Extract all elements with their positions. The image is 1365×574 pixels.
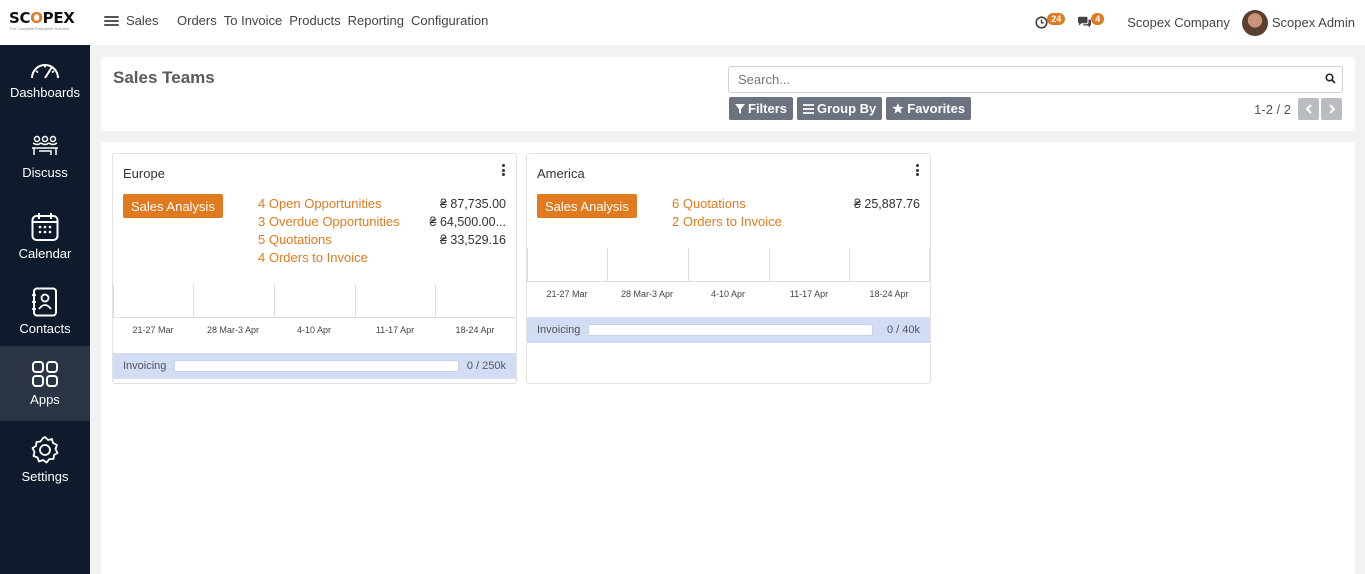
favorites-button[interactable]: Favorites bbox=[886, 97, 972, 120]
grid-icon bbox=[32, 361, 58, 387]
kanban-card-europe[interactable]: Europe Sales Analysis 4 Open Opportuniti… bbox=[112, 153, 517, 384]
team-name: Europe bbox=[123, 166, 165, 181]
graph-tick-label: 18-24 Apr bbox=[869, 289, 909, 299]
chevron-right-icon bbox=[1328, 104, 1335, 114]
pager: 1-2 / 2 bbox=[1254, 98, 1342, 120]
sidebar-item-label: Dashboards bbox=[9, 85, 81, 100]
sidebar-item-calendar[interactable]: Calendar bbox=[0, 198, 90, 273]
open-opportunities-link[interactable]: 4 Open Opportunities bbox=[258, 195, 400, 213]
amount-value: ₴ 64,500.00... bbox=[429, 215, 506, 229]
list-icon bbox=[803, 103, 815, 114]
graph-tick-label: 21-27 Mar bbox=[132, 325, 174, 335]
brand-logo[interactable]: SCOPEX The Complete Enterprise Solution bbox=[9, 10, 85, 34]
app-name[interactable]: Sales bbox=[126, 13, 159, 28]
graph-tick-label: 11-17 Apr bbox=[789, 289, 829, 299]
invoicing-progress-bar bbox=[174, 360, 459, 372]
menu-to-invoice[interactable]: To Invoice bbox=[224, 13, 283, 28]
menu-toggle-icon[interactable] bbox=[104, 14, 119, 28]
invoicing-value: 0 / 40k bbox=[886, 324, 920, 336]
graph-tick-label: 28 Mar-3 Apr bbox=[620, 289, 674, 299]
message-count-badge: 4 bbox=[1091, 12, 1105, 25]
graph-tick-label: 18-24 Apr bbox=[455, 325, 495, 335]
sidebar-item-label: Settings bbox=[21, 469, 69, 484]
gear-icon bbox=[31, 436, 59, 464]
systray: 24 4 Scopex Company Scopex Admin bbox=[1035, 0, 1365, 45]
sales-analysis-button[interactable]: Sales Analysis bbox=[123, 194, 223, 218]
search-options: Filters Group By Favorites bbox=[729, 97, 972, 120]
sales-graph: 21-27 Mar 28 Mar-3 Apr 4-10 Apr 11-17 Ap… bbox=[527, 248, 930, 299]
team-name: America bbox=[537, 166, 585, 181]
people-icon bbox=[32, 135, 58, 155]
sidebar-item-label: Calendar bbox=[18, 246, 72, 261]
calendar-icon bbox=[31, 213, 59, 241]
user-menu[interactable]: Scopex Admin bbox=[1272, 15, 1355, 30]
kanban-card-america[interactable]: America Sales Analysis 6 Quotations 2 Or… bbox=[526, 153, 931, 384]
sidebar-item-label: Discuss bbox=[22, 165, 68, 180]
filters-button[interactable]: Filters bbox=[729, 97, 794, 120]
sidebar-item-dashboards[interactable]: Dashboards bbox=[0, 45, 90, 120]
sales-analysis-button[interactable]: Sales Analysis bbox=[537, 194, 637, 218]
amount-value: ₴ 25,887.76 bbox=[853, 197, 920, 211]
user-avatar[interactable] bbox=[1241, 9, 1268, 36]
menu-products[interactable]: Products bbox=[289, 13, 340, 28]
pager-value[interactable]: 1-2 / 2 bbox=[1254, 102, 1291, 117]
menu-configuration[interactable]: Configuration bbox=[411, 13, 488, 28]
menu-reporting[interactable]: Reporting bbox=[348, 13, 404, 28]
sales-graph: 21-27 Mar 28 Mar-3 Apr 4-10 Apr 11-17 Ap… bbox=[113, 284, 516, 335]
team-amounts: ₴ 25,887.76 bbox=[854, 195, 920, 213]
invoicing-progress[interactable]: Invoicing 0 / 40k bbox=[527, 317, 930, 343]
company-switcher[interactable]: Scopex Company bbox=[1127, 15, 1230, 30]
quotations-link[interactable]: 5 Quotations bbox=[258, 231, 400, 249]
activity-count-badge: 24 bbox=[1047, 12, 1066, 25]
overdue-opportunities-link[interactable]: 3 Overdue Opportunities bbox=[258, 213, 400, 231]
sidebar-item-label: Apps bbox=[30, 392, 60, 407]
sidebar-item-contacts[interactable]: Contacts bbox=[0, 273, 90, 348]
amount-value: ₴ 87,735.00 bbox=[439, 197, 506, 211]
graph-tick-label: 28 Mar-3 Apr bbox=[206, 325, 260, 335]
quotations-link[interactable]: 6 Quotations bbox=[672, 195, 782, 213]
graph-tick-label: 21-27 Mar bbox=[546, 289, 588, 299]
chat-icon bbox=[1078, 16, 1092, 28]
top-navbar: SCOPEX The Complete Enterprise Solution … bbox=[0, 0, 1365, 45]
activity-button[interactable]: 24 bbox=[1035, 12, 1066, 33]
sidebar: Dashboards Discuss Calendar Contacts App… bbox=[0, 45, 90, 574]
pager-previous-button[interactable] bbox=[1298, 98, 1319, 120]
contact-book-icon bbox=[32, 287, 57, 317]
sidebar-item-label: Contacts bbox=[19, 321, 71, 336]
invoicing-label: Invoicing bbox=[537, 324, 581, 336]
menu-orders[interactable]: Orders bbox=[177, 13, 217, 28]
orders-to-invoice-link[interactable]: 2 Orders to Invoice bbox=[672, 213, 782, 231]
amount-value: ₴ 33,529.16 bbox=[439, 233, 506, 247]
invoicing-progress-bar bbox=[588, 324, 873, 336]
search-input[interactable] bbox=[729, 67, 1309, 92]
funnel-icon bbox=[735, 103, 745, 114]
invoicing-progress[interactable]: Invoicing 0 / 250k bbox=[113, 353, 516, 379]
sidebar-item-settings[interactable]: Settings bbox=[0, 421, 90, 496]
main-menu: Orders To Invoice Products Reporting Con… bbox=[177, 13, 495, 28]
search-box bbox=[728, 66, 1343, 93]
orders-to-invoice-link[interactable]: 4 Orders to Invoice bbox=[258, 249, 400, 267]
team-amounts: ₴ 87,735.00 ₴ 64,500.00... ₴ 33,529.16 bbox=[430, 195, 506, 249]
kebab-menu-icon[interactable] bbox=[915, 164, 919, 176]
search-icon[interactable] bbox=[1325, 73, 1336, 84]
gauge-icon bbox=[31, 64, 59, 79]
graph-tick-label: 4-10 Apr bbox=[296, 325, 332, 335]
invoicing-value: 0 / 250k bbox=[466, 360, 506, 372]
team-links: 6 Quotations 2 Orders to Invoice bbox=[672, 195, 782, 231]
pager-next-button[interactable] bbox=[1321, 98, 1342, 120]
chevron-left-icon bbox=[1305, 104, 1312, 114]
graph-tick-label: 11-17 Apr bbox=[375, 325, 415, 335]
team-links: 4 Open Opportunities 3 Overdue Opportuni… bbox=[258, 195, 400, 267]
sidebar-item-discuss[interactable]: Discuss bbox=[0, 121, 90, 196]
invoicing-label: Invoicing bbox=[123, 360, 167, 372]
graph-tick-label: 4-10 Apr bbox=[710, 289, 746, 299]
star-icon bbox=[892, 103, 904, 114]
group-by-button[interactable]: Group By bbox=[797, 97, 883, 120]
kanban-view: Europe Sales Analysis 4 Open Opportuniti… bbox=[101, 142, 1355, 574]
page-title: Sales Teams bbox=[113, 68, 215, 87]
messages-button[interactable]: 4 bbox=[1077, 12, 1107, 33]
control-panel: Sales Teams Filters Group By Favorites 1… bbox=[101, 57, 1355, 131]
sidebar-item-apps[interactable]: Apps bbox=[0, 346, 90, 421]
kebab-menu-icon[interactable] bbox=[501, 164, 505, 176]
